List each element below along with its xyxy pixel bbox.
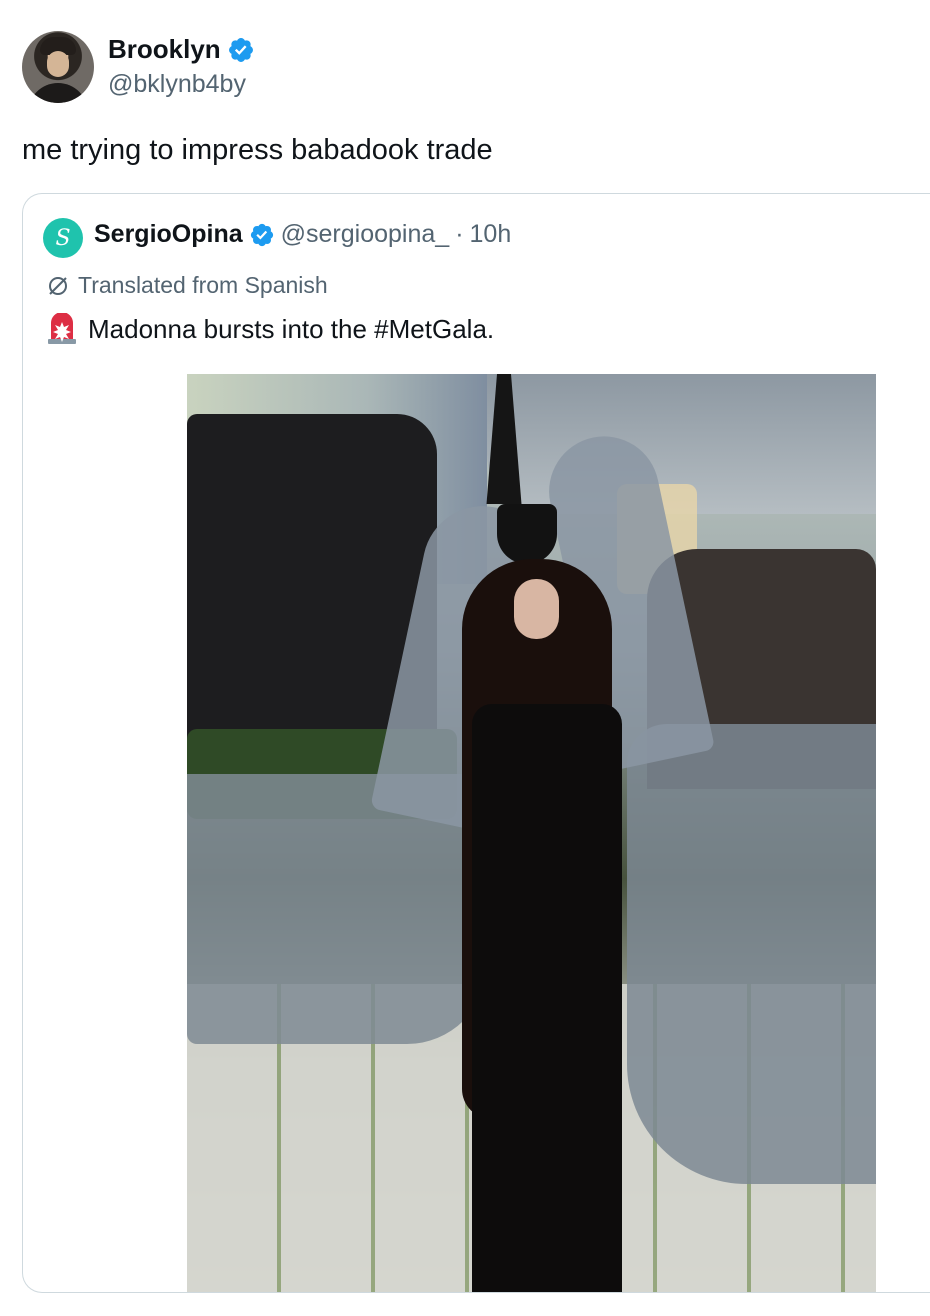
author-handle[interactable]: @bklynb4by <box>108 70 246 99</box>
author-name-row: Brooklyn <box>108 34 255 65</box>
translate-icon <box>49 276 67 295</box>
tweet-text: me trying to impress babadook trade <box>22 134 493 166</box>
author-avatar[interactable] <box>22 31 94 103</box>
quoted-tweet-photo[interactable] <box>187 374 876 1292</box>
quoted-tweet-text: Madonna bursts into the #MetGala. <box>88 313 495 344</box>
quoted-author-display-name[interactable]: SergioOpina <box>94 220 243 249</box>
separator-dot: · <box>455 220 464 248</box>
verified-badge-icon <box>250 223 273 246</box>
quoted-author-avatar[interactable]: S <box>43 218 83 258</box>
verified-badge-icon <box>228 37 253 62</box>
quoted-tweet-text-row: Madonna bursts into the #MetGala. <box>46 313 494 345</box>
translation-notice: Translated from Spanish <box>46 272 328 299</box>
quoted-tweet-time[interactable]: 10h <box>470 220 512 249</box>
author-display-name[interactable]: Brooklyn <box>108 34 221 65</box>
quoted-author-handle[interactable]: @sergioopina_ <box>281 220 450 249</box>
translated-label: Translated from Spanish <box>78 272 328 298</box>
police-car-light-icon <box>48 313 76 344</box>
quoted-tweet-header: SergioOpina @sergioopina_ · 10h <box>94 220 511 249</box>
quoted-avatar-letter: S <box>55 225 71 251</box>
